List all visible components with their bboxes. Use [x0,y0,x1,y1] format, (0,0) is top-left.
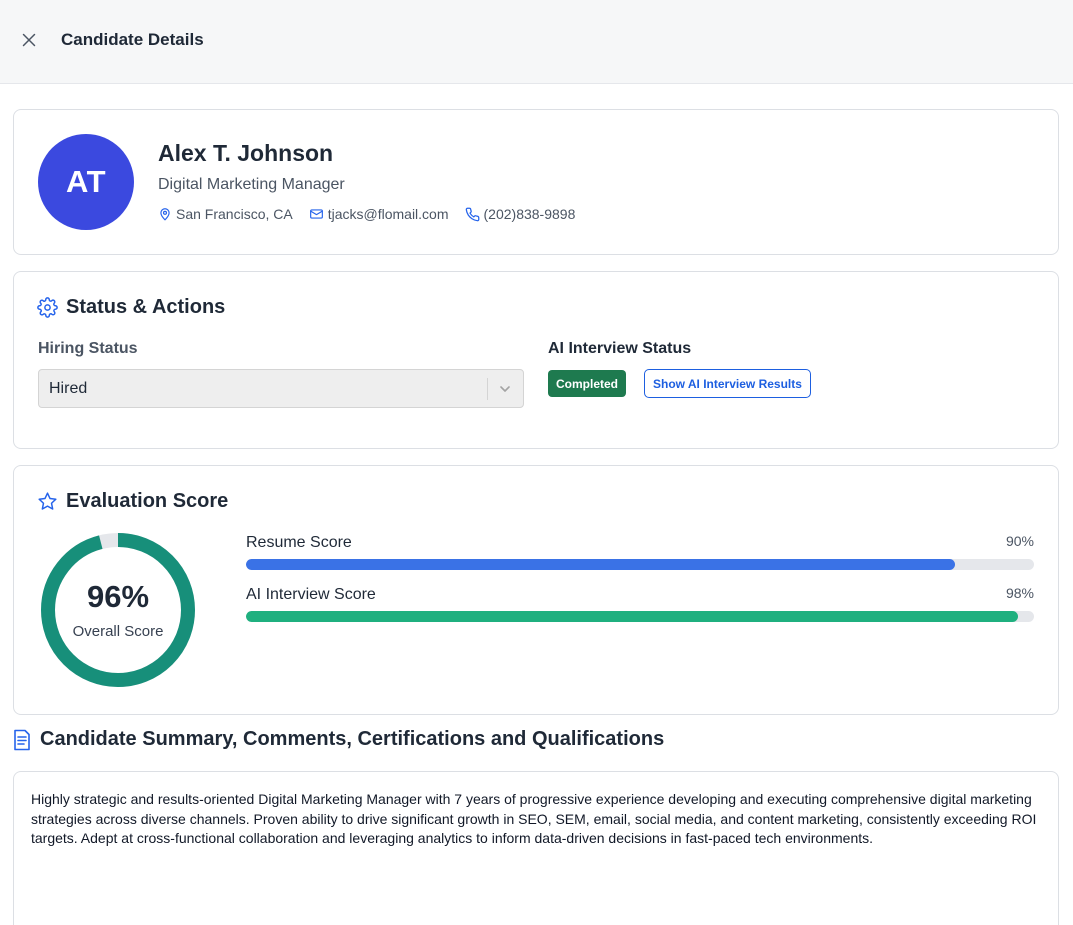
candidate-role: Digital Marketing Manager [158,176,345,193]
email-item: tjacks@flomail.com [309,206,449,222]
resume-score-value: 90% [1005,533,1034,549]
status-heading: Status & Actions [37,296,225,319]
ai-interview-score-track [246,611,1034,622]
summary-title: Candidate Summary, Comments, Certificati… [40,728,665,750]
mail-icon [309,209,323,219]
profile-card: AT Alex T. Johnson Digital Marketing Man… [13,109,1059,255]
status-badge: Completed [548,370,627,397]
resume-score-bar [246,559,956,570]
status-card: Status & Actions Hiring Status Hired AI … [13,271,1059,449]
show-ai-results-button[interactable]: Show AI Interview Results [644,369,811,398]
email-text: tjacks@flomail.com [327,206,449,222]
summary-text: Highly strategic and results-oriented Di… [31,791,1037,846]
resume-score-track [246,559,1034,570]
summary-textarea[interactable]: Highly strategic and results-oriented Di… [13,771,1059,925]
overall-score-label: Overall Score [72,623,164,640]
map-pin-icon [160,208,170,221]
document-icon [14,729,30,750]
hiring-status-label: Hiring Status [38,340,138,357]
phone-text: (202)838-9898 [483,206,576,222]
evaluation-title: Evaluation Score [66,490,229,512]
evaluation-heading: Evaluation Score [37,490,228,513]
phone-item: (202)838-9898 [465,206,576,222]
contact-row: San Francisco, CA tjacks@flomail.com (20… [158,206,591,222]
hiring-status-select[interactable]: Hired [38,369,524,408]
ai-interview-score-value: 98% [1005,585,1034,601]
select-divider [487,378,488,400]
ai-interview-score-label: AI Interview Score [246,586,376,603]
ai-interview-score-bar [246,611,1019,622]
location-item: San Francisco, CA [158,206,293,222]
ai-interview-status-label: AI Interview Status [548,340,692,357]
chevron-down-icon[interactable] [498,382,512,396]
close-icon[interactable] [21,32,37,48]
resume-score-label: Resume Score [246,534,352,551]
hiring-status-value: Hired [49,380,88,397]
location-text: San Francisco, CA [176,206,293,222]
gear-icon [37,297,58,318]
avatar: AT [38,134,134,230]
phone-icon [465,207,479,221]
summary-heading: Candidate Summary, Comments, Certificati… [13,728,664,751]
page-title: Candidate Details [61,30,204,49]
star-icon [38,492,57,510]
evaluation-card: Evaluation Score 96% Overall Score Resum… [13,465,1059,715]
status-title: Status & Actions [66,296,226,318]
overall-score-value: 96% [86,579,150,614]
top-bar: Candidate Details [0,0,1073,84]
candidate-name: Alex T. Johnson [158,140,334,166]
close-button[interactable] [19,30,39,50]
